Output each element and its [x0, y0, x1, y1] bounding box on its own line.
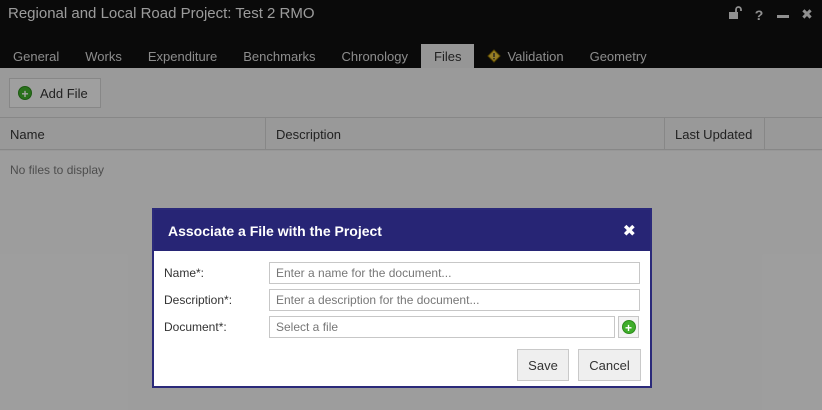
dialog-title: Associate a File with the Project: [168, 222, 382, 239]
save-button[interactable]: Save: [517, 349, 569, 381]
name-row: Name*:: [164, 262, 642, 284]
dialog-header: Associate a File with the Project ✖: [154, 210, 650, 251]
add-icon: +: [621, 320, 636, 335]
select-file-button[interactable]: +: [618, 316, 639, 338]
associate-file-dialog: Associate a File with the Project ✖ Name…: [152, 208, 652, 388]
cancel-button[interactable]: Cancel: [578, 349, 641, 381]
name-label: Name*:: [164, 266, 205, 280]
description-row: Description*:: [164, 289, 642, 311]
document-field[interactable]: [269, 316, 615, 338]
description-field[interactable]: [269, 289, 640, 311]
description-label: Description*:: [164, 293, 233, 307]
document-row: Document*: +: [164, 316, 642, 338]
name-field[interactable]: [269, 262, 640, 284]
document-label: Document*:: [164, 320, 227, 334]
dialog-close-icon[interactable]: ✖: [623, 221, 636, 241]
